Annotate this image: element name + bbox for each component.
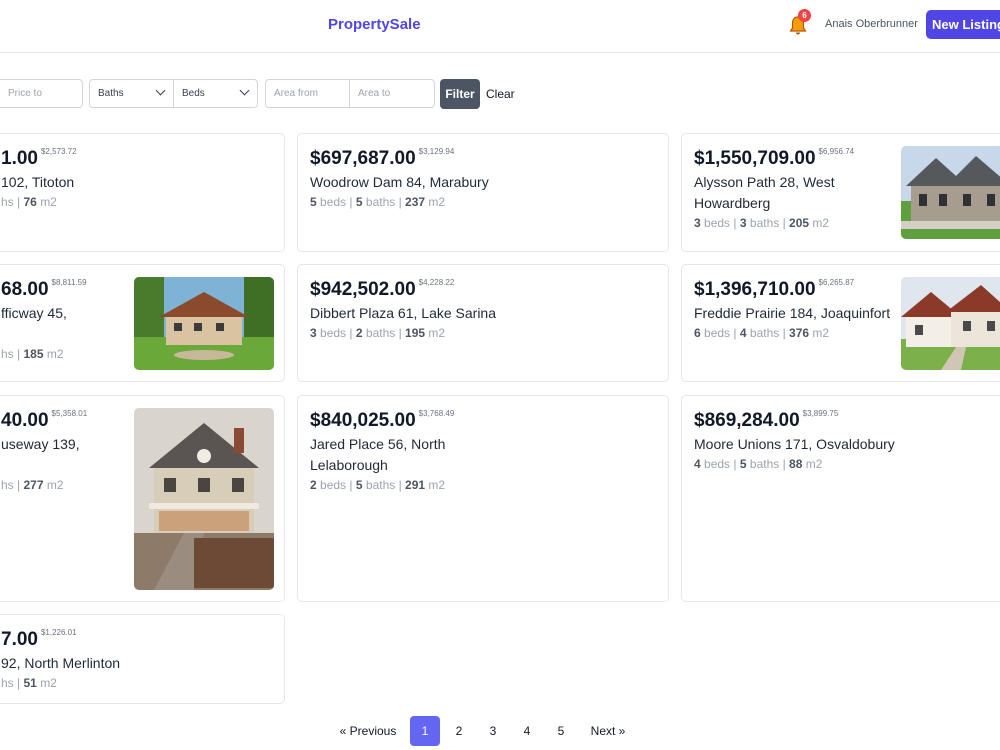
- listing-card[interactable]: $1,550,709.00 $6,956.74 Alysson Path 28, …: [681, 133, 1000, 252]
- price-per-m2: $6,956.74: [818, 147, 855, 156]
- listing-price: $840,025.00: [310, 410, 416, 431]
- listing-card[interactable]: 68.00 $8,811.59 fficway 45, hs | 185 m2: [0, 264, 285, 382]
- previous-page-link[interactable]: « Previous: [338, 716, 398, 746]
- listing-meta: hs | 51 m2: [1, 676, 57, 690]
- listing-address: Woodrow Dam 84, Marabury: [310, 174, 489, 190]
- listing-price: 1.00: [1, 148, 38, 169]
- listing-price: 68.00: [1, 279, 49, 300]
- listing-card[interactable]: $942,502.00 $4,228.22 Dibbert Plaza 61, L…: [297, 264, 669, 382]
- listing-price: $1,550,709.00: [694, 148, 816, 169]
- page-link-1[interactable]: 1: [410, 716, 440, 746]
- listing-photo[interactable]: [134, 277, 274, 370]
- listing-address: useway 139,: [1, 436, 80, 452]
- listing-address: Alysson Path 28, West Howardberg: [694, 174, 835, 211]
- listing-meta: 3 beds | 2 baths | 195 m2: [310, 326, 446, 340]
- listing-address: Dibbert Plaza 61, Lake Sarina: [310, 305, 496, 321]
- price-per-m2: $4,228.22: [418, 278, 455, 287]
- listing-meta: 5 beds | 5 baths | 237 m2: [310, 195, 446, 209]
- listing-meta: hs | 277 m2: [1, 478, 64, 492]
- listing-price: $942,502.00: [310, 279, 416, 300]
- listing-photo[interactable]: [901, 277, 1000, 370]
- listing-meta: 2 beds | 5 baths | 291 m2: [310, 478, 446, 492]
- filter-bar: Price to Baths Beds Area from Area to Fi…: [0, 79, 1000, 109]
- price-to-input[interactable]: Price to: [0, 79, 83, 108]
- listing-meta: hs | 185 m2: [1, 347, 64, 361]
- listing-card[interactable]: $840,025.00 $3,768.49 Jared Place 56, Nor…: [297, 395, 669, 602]
- area-from-input[interactable]: Area from: [265, 79, 350, 108]
- page-link-2[interactable]: 2: [444, 716, 474, 746]
- area-to-input[interactable]: Area to: [349, 79, 435, 108]
- listing-card[interactable]: 40.00 $5,358.01 useway 139, hs | 277 m2: [0, 395, 285, 602]
- listing-meta: 6 beds | 4 baths | 376 m2: [694, 326, 830, 340]
- listing-photo[interactable]: [901, 146, 1000, 239]
- listing-price: 40.00: [1, 410, 49, 431]
- beds-select-label: Beds: [182, 88, 205, 99]
- listing-card[interactable]: 7.00 $1,226.01 92, North Merlinton hs | 5…: [0, 614, 285, 704]
- listing-card[interactable]: $1,396,710.00 $6,265.87 Freddie Prairie 1…: [681, 264, 1000, 382]
- price-per-m2: $6,265.87: [818, 278, 855, 287]
- listing-address: Moore Unions 171, Osvaldobury: [694, 436, 895, 452]
- listing-price: $697,687.00: [310, 148, 416, 169]
- notification-count-badge: 6: [798, 9, 811, 22]
- chevron-down-icon: [239, 85, 250, 96]
- pagination: « Previous 1 2 3 4 5 Next »: [0, 716, 1000, 746]
- listing-price: 7.00: [1, 629, 38, 650]
- listing-card[interactable]: $869,284.00 $3,899.75 Moore Unions 171, O…: [681, 395, 1000, 602]
- page-link-4[interactable]: 4: [512, 716, 542, 746]
- listing-meta: 3 beds | 3 baths | 205 m2: [694, 216, 830, 230]
- listing-address: 92, North Merlinton: [1, 655, 121, 671]
- price-per-m2: $8,811.59: [51, 278, 87, 287]
- listing-price: $1,396,710.00: [694, 279, 816, 300]
- price-per-m2: $1,226.01: [40, 628, 77, 637]
- baths-select-label: Baths: [98, 88, 124, 99]
- price-per-m2: $5,358.01: [51, 409, 88, 418]
- baths-select[interactable]: Baths: [89, 79, 174, 108]
- user-name[interactable]: Anais Oberbrunner: [825, 18, 918, 30]
- listing-address: fficway 45,: [1, 305, 67, 321]
- page-link-3[interactable]: 3: [478, 716, 508, 746]
- listing-photo[interactable]: [134, 408, 274, 590]
- listing-meta: hs | 76 m2: [1, 195, 57, 209]
- new-listing-button[interactable]: New Listing: [926, 10, 1000, 39]
- price-per-m2: $3,768.49: [418, 409, 455, 418]
- price-per-m2: $2,573.72: [40, 147, 77, 156]
- brand-logo[interactable]: PropertySale: [328, 16, 421, 33]
- page-link-5[interactable]: 5: [546, 716, 576, 746]
- top-header: PropertySale 6 Anais Oberbrunner New Lis…: [0, 0, 1000, 53]
- filter-button[interactable]: Filter: [440, 79, 480, 109]
- beds-select[interactable]: Beds: [173, 79, 258, 108]
- price-per-m2: $3,899.75: [802, 409, 839, 418]
- listing-price: $869,284.00: [694, 410, 800, 431]
- next-page-link[interactable]: Next »: [586, 716, 630, 746]
- listing-meta: 4 beds | 5 baths | 88 m2: [694, 457, 823, 471]
- listing-address: 102, Titoton: [1, 174, 75, 190]
- listing-card[interactable]: 1.00 $2,573.72 102, Titoton hs | 76 m2: [0, 133, 285, 252]
- price-per-m2: $3,129.94: [418, 147, 455, 156]
- listing-address: Jared Place 56, North Lelaborough: [310, 436, 446, 473]
- chevron-down-icon: [155, 85, 166, 96]
- clear-button[interactable]: Clear: [486, 87, 515, 101]
- listing-address: Freddie Prairie 184, Joaquinfort: [694, 305, 891, 321]
- listing-card[interactable]: $697,687.00 $3,129.94 Woodrow Dam 84, Mar…: [297, 133, 669, 252]
